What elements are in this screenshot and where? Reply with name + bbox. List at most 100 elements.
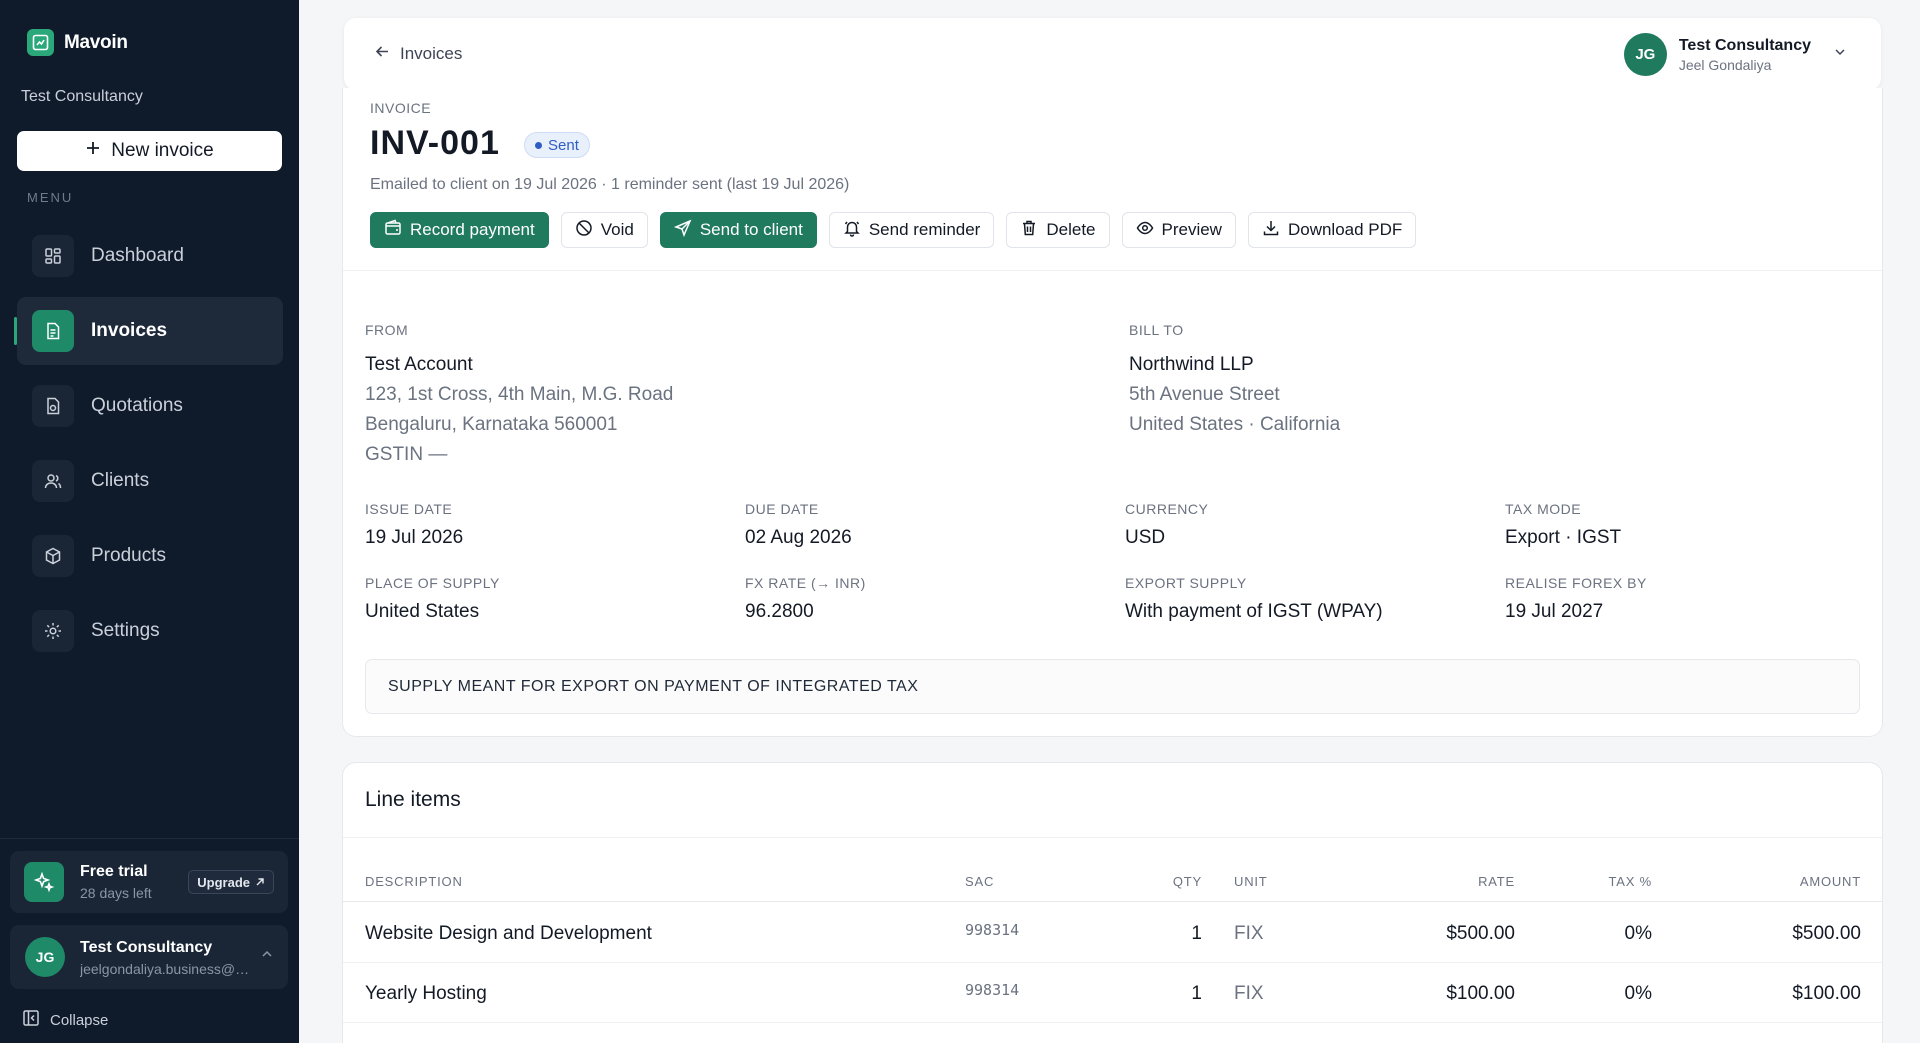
brand-logo-icon [27, 29, 54, 56]
sidebar-item-settings[interactable]: Settings [17, 597, 283, 665]
field-value: 02 Aug 2026 [745, 527, 852, 548]
products-icon [32, 535, 74, 577]
invoice-actions: Record payment Void Send to client Send … [370, 212, 1417, 248]
item-description: Website Design and Development [365, 923, 652, 944]
collapse-label: Collapse [50, 1011, 109, 1029]
currency-field: CURRENCY USD [1125, 501, 1208, 549]
upgrade-button[interactable]: Upgrade [188, 870, 274, 894]
sidebar-item-label: Invoices [91, 320, 168, 341]
item-rate: $500.00 [1446, 923, 1515, 944]
send-to-client-label: Send to client [699, 220, 803, 239]
trial-days-left: 28 days left [80, 885, 152, 901]
avatar: JG [1623, 33, 1667, 76]
upgrade-label: Upgrade [197, 874, 250, 890]
from-label: FROM [365, 322, 409, 338]
from-block: FROM Test Account 123, 1st Cross, 4th Ma… [365, 322, 673, 474]
invoice-card: INVOICE INV-001 Sent Emailed to client o… [342, 88, 1883, 737]
brand[interactable]: Mavoin [27, 29, 128, 56]
top-header: Invoices JG Test Consultancy Jeel Gondal… [344, 18, 1881, 90]
sidebar-item-label: Settings [91, 620, 160, 641]
column-header-amount: AMOUNT [1799, 874, 1861, 889]
send-to-client-button[interactable]: Send to client [659, 212, 817, 248]
status-label: Sent [548, 136, 579, 154]
column-header-description: DESCRIPTION [365, 874, 463, 889]
tax-mode-field: TAX MODE Export · IGST [1505, 501, 1621, 549]
back-link-label: Invoices [400, 44, 463, 63]
sidebar-item-invoices[interactable]: Invoices [14, 297, 283, 365]
void-button[interactable]: Void [560, 212, 648, 248]
item-amount: $100.00 [1792, 983, 1861, 1004]
sidebar: Mavoin Test Consultancy New invoice MENU… [0, 0, 299, 1043]
bill-to-name: Northwind LLP [1129, 354, 1254, 375]
field-value: 19 Jul 2026 [365, 527, 464, 548]
bill-to-address-line: 5th Avenue Street [1129, 384, 1280, 405]
column-header-tax: TAX % [1608, 874, 1652, 889]
new-invoice-button[interactable]: New invoice [17, 131, 282, 171]
sidebar-item-label: Products [91, 545, 166, 566]
account-switcher[interactable]: JG Test Consultancy jeelgondaliya.busine… [10, 925, 288, 989]
chevron-up-icon [260, 947, 274, 966]
item-amount: $500.00 [1792, 923, 1861, 944]
invoice-meta: Emailed to client on 19 Jul 2026 · 1 rem… [370, 176, 850, 193]
field-label: DUE DATE [745, 501, 819, 517]
item-sac: 998314 [965, 921, 1020, 939]
invoice-number: INV-001 [370, 124, 500, 162]
realise-forex-field: REALISE FOREX BY 19 Jul 2027 [1505, 575, 1647, 623]
table-row[interactable]: Yearly Hosting 998314 1 FIX $100.00 0% $… [343, 963, 1882, 1023]
export-notice: SUPPLY MEANT FOR EXPORT ON PAYMENT OF IN… [365, 659, 1860, 714]
from-name: Test Account [365, 354, 473, 375]
field-label: FX RATE (→ INR) [745, 575, 866, 591]
arrow-left-icon [374, 43, 391, 65]
item-qty: 1 [1191, 923, 1202, 944]
item-qty: 1 [1191, 983, 1202, 1004]
eye-icon [1136, 219, 1154, 242]
free-trial-card: Free trial 28 days left Upgrade [10, 851, 288, 913]
send-reminder-label: Send reminder [868, 220, 981, 239]
sparkle-icon [24, 862, 64, 902]
collapse-button[interactable]: Collapse [22, 1009, 108, 1031]
invoice-header: INVOICE INV-001 Sent Emailed to client o… [343, 88, 1882, 271]
item-rate: $100.00 [1446, 983, 1515, 1004]
sidebar-item-label: Dashboard [91, 245, 184, 266]
table-row[interactable]: Website Design and Development 998314 1 … [343, 903, 1882, 963]
download-icon [1262, 219, 1280, 242]
sidebar-item-dashboard[interactable]: Dashboard [17, 222, 283, 290]
send-reminder-button[interactable]: Send reminder [828, 212, 995, 248]
field-label: REALISE FOREX BY [1505, 575, 1647, 591]
field-label: EXPORT SUPPLY [1125, 575, 1247, 591]
account-name: Test Consultancy [80, 939, 213, 956]
account-email: jeelgondaliya.business@gmail.com [80, 961, 255, 977]
delete-button[interactable]: Delete [1006, 212, 1110, 248]
due-date-field: DUE DATE 02 Aug 2026 [745, 501, 852, 549]
chevron-down-icon [1833, 45, 1847, 64]
wallet-icon [384, 219, 402, 242]
quotation-icon [32, 385, 74, 427]
bell-icon [843, 219, 861, 242]
back-link[interactable]: Invoices [374, 43, 462, 65]
sidebar-item-products[interactable]: Products [17, 522, 283, 590]
user-name: Test Consultancy [1678, 36, 1811, 54]
table-header: DESCRIPTION SAC QTY UNIT RATE TAX % AMOU… [343, 874, 1882, 902]
download-pdf-button[interactable]: Download PDF [1247, 212, 1417, 248]
sidebar-item-quotations[interactable]: Quotations [17, 372, 283, 440]
record-payment-button[interactable]: Record payment [370, 212, 549, 248]
sidebar-divider [0, 838, 299, 839]
dashboard-icon [32, 235, 74, 277]
from-gstin: GSTIN — [365, 444, 448, 465]
user-subtitle: Jeel Gondaliya [1678, 56, 1772, 73]
avatar: JG [25, 937, 65, 977]
preview-button[interactable]: Preview [1121, 212, 1236, 248]
item-description: Yearly Hosting [365, 983, 487, 1004]
user-menu[interactable]: JG Test Consultancy Jeel Gondaliya [1623, 33, 1847, 76]
download-pdf-label: Download PDF [1287, 220, 1403, 239]
sidebar-item-label: Quotations [91, 395, 183, 416]
preview-label: Preview [1161, 220, 1222, 239]
sidebar-item-clients[interactable]: Clients [17, 447, 283, 515]
column-header-rate: RATE [1478, 874, 1515, 889]
bill-to-block: BILL TO Northwind LLP 5th Avenue Street … [1129, 322, 1340, 444]
field-value: With payment of IGST (WPAY) [1125, 601, 1383, 622]
clients-icon [32, 460, 74, 502]
line-items-title: Line items [365, 788, 461, 811]
settings-icon [32, 610, 74, 652]
org-name: Test Consultancy [21, 88, 143, 105]
